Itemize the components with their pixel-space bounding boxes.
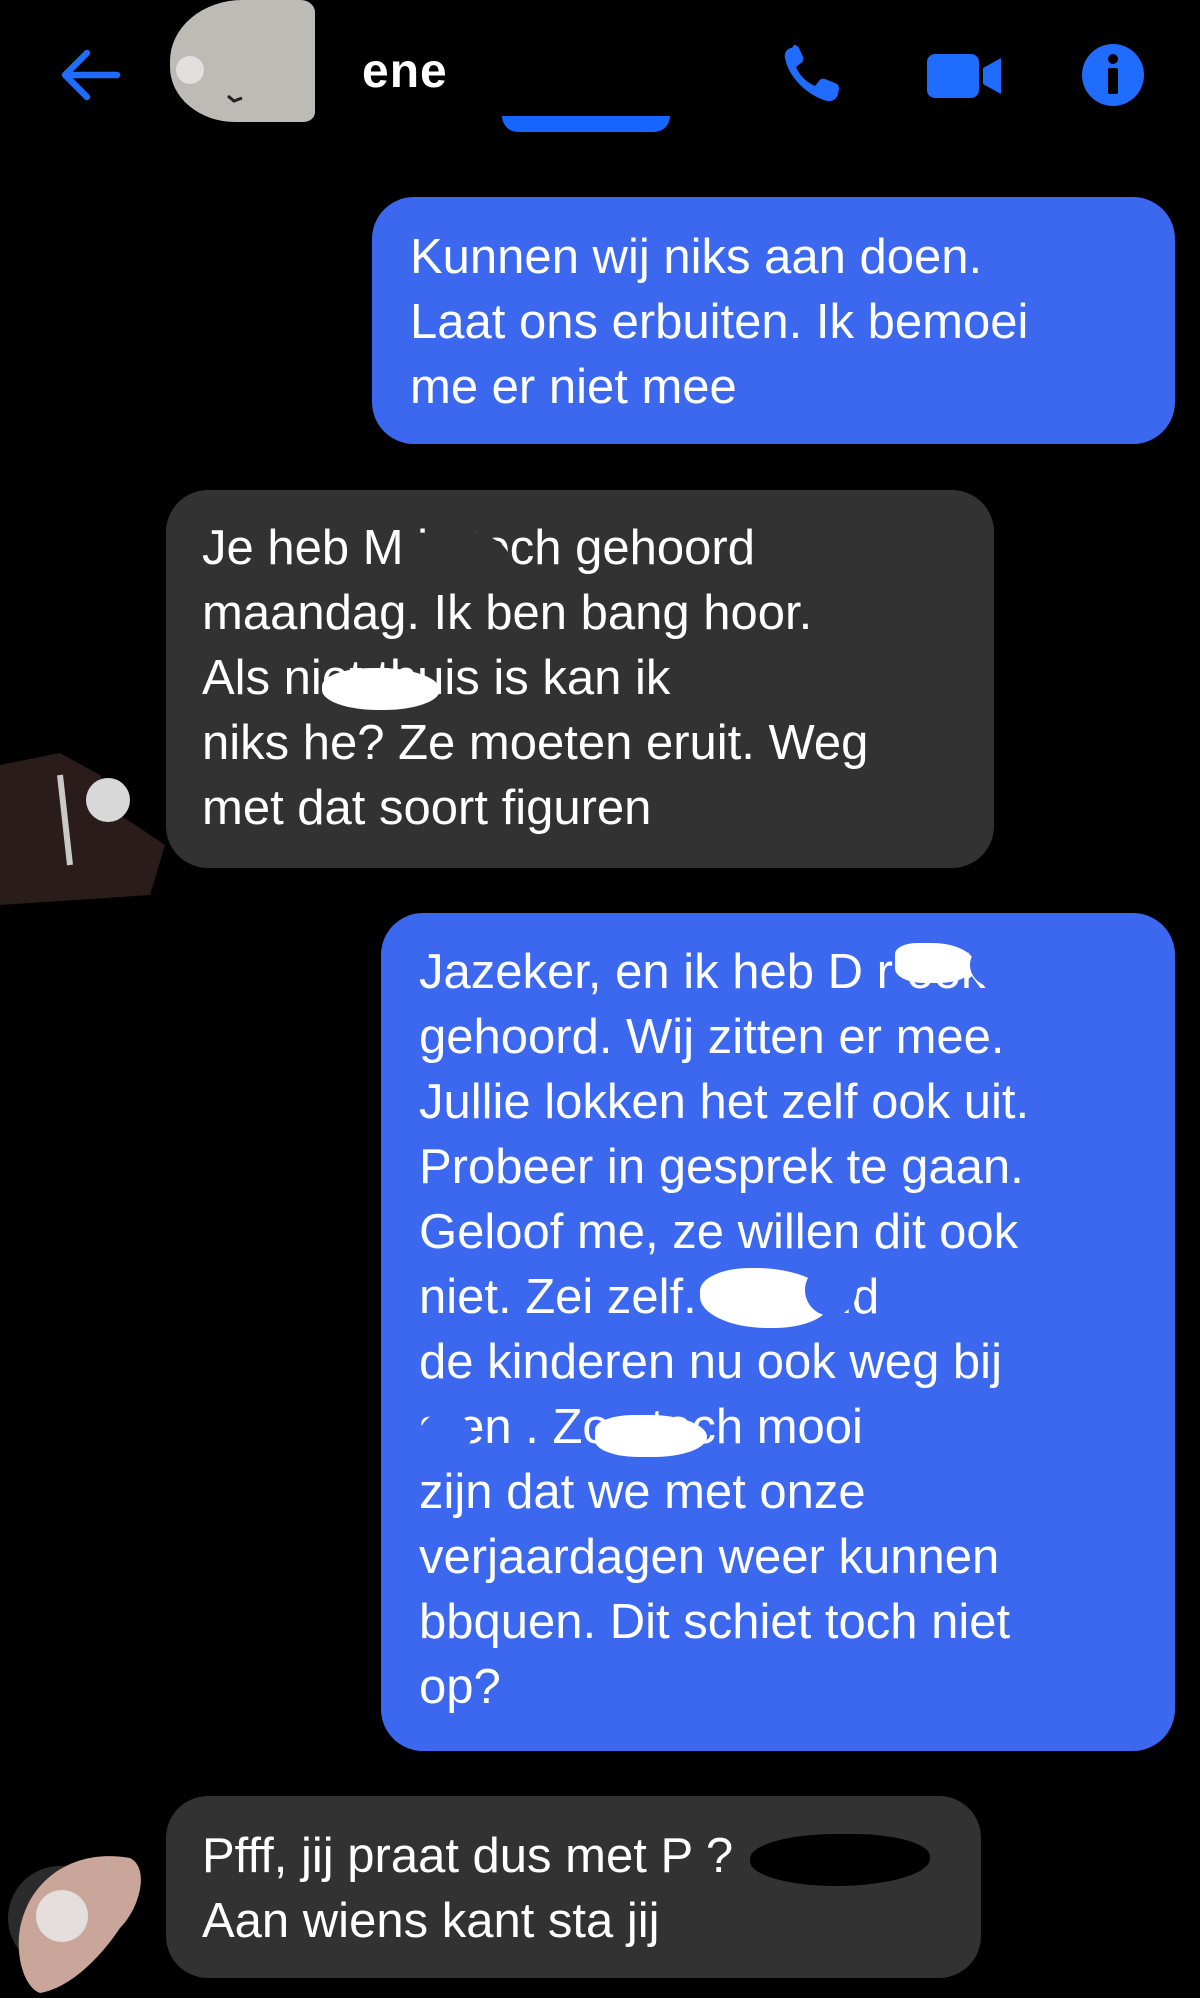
redaction-mark [595,1415,707,1457]
chat-header: ene [0,0,1200,150]
contact-name[interactable]: ene [362,48,448,100]
video-call-button[interactable] [925,42,1005,108]
back-button[interactable] [55,45,125,105]
redaction-mark [970,943,1018,987]
redaction-mark [420,1412,472,1456]
active-indicator [502,116,670,132]
outgoing-message-bubble[interactable]: Jazeker, en ik heb D r ook gehoord. Wij … [381,913,1175,1751]
redaction-mark [402,530,510,592]
outgoing-message-bubble[interactable]: Kunnen wij niks aan doen. Laat ons erbui… [372,197,1175,444]
arrow-left-icon [61,49,121,101]
redaction-mark [895,943,975,983]
redaction-mark [805,1264,857,1316]
info-icon [1082,44,1144,106]
redaction-mark [322,668,440,710]
incoming-message-bubble[interactable]: Pfff, jij praat dus met P ? Aan wiens ka… [166,1796,981,1978]
redaction-mark [176,56,243,103]
call-button[interactable] [778,42,848,108]
contact-avatar[interactable] [170,0,315,122]
info-button[interactable] [1080,42,1146,108]
incoming-message-bubble[interactable]: Je heb M in toch gehoord maandag. Ik ben… [166,490,994,868]
sender-avatar[interactable] [0,745,170,905]
video-camera-icon [927,54,1001,98]
sender-avatar[interactable] [0,1838,170,1998]
phone-icon [784,45,839,102]
